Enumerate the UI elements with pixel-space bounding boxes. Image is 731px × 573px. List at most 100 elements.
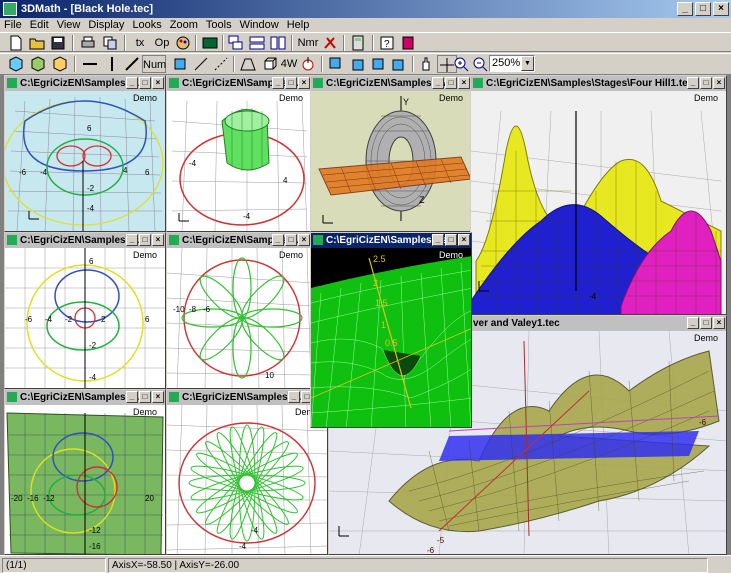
child-close-button[interactable]: × (152, 391, 164, 403)
minimize-button[interactable]: _ (677, 2, 693, 16)
plot-window-10[interactable]: C:\EgriCizEN\Samples\P... _□× (166, 389, 328, 555)
view-top-icon[interactable] (326, 55, 346, 73)
child-maximize-button[interactable]: □ (139, 234, 151, 246)
plot-window-9[interactable]: C:\EgriCizEN\Samples\P... _ □ × -20 -16 -1… (4, 389, 166, 555)
close-button[interactable]: × (713, 2, 729, 16)
dash-line-icon[interactable] (211, 55, 231, 73)
child-close-button[interactable]: × (458, 77, 470, 89)
child-minimize-button[interactable]: _ (687, 77, 699, 89)
menu-window[interactable]: Window (236, 18, 283, 32)
axis-z-icon[interactable] (122, 55, 142, 73)
child-minimize-button[interactable]: _ (272, 234, 284, 246)
tools-icon[interactable] (320, 34, 340, 52)
calculator-icon[interactable] (348, 34, 368, 52)
plot-window-6[interactable]: C:\EgriCizEN\Samples\P... _ □ × -10 -8 -… (166, 232, 312, 389)
target-icon[interactable] (298, 55, 318, 73)
zoom-out-icon[interactable] (470, 55, 490, 73)
window-title-bar[interactable]: C:\EgriCizEN\Samples\P... _□× (167, 76, 311, 91)
save-icon[interactable] (48, 34, 68, 52)
window-title-bar[interactable]: C:\EgriCizEN\Samples\Av... _ □ × (311, 76, 471, 91)
plot-canvas[interactable]: -4 4 -4 Demo (167, 91, 311, 231)
perspective-icon[interactable] (238, 55, 258, 73)
cube-icon[interactable] (260, 55, 280, 73)
zoom-select[interactable]: 250% ▼ (489, 55, 535, 72)
menu-edit[interactable]: Edit (26, 18, 53, 32)
child-close-button[interactable]: × (713, 77, 725, 89)
menu-help[interactable]: Help (283, 18, 314, 32)
tx-button[interactable]: tx (130, 34, 150, 52)
child-close-button[interactable]: × (298, 77, 310, 89)
child-minimize-button[interactable]: _ (126, 77, 138, 89)
menu-tools[interactable]: Tools (202, 18, 236, 32)
window-title-bar[interactable]: C:\EgriCizEN\Samples\P... _□× (167, 390, 327, 405)
window-title-bar[interactable]: C:\EgriCizEN\Samples\P... _□× (5, 390, 165, 405)
window-title-bar[interactable]: C:\EgriCizEN\Samples\P... _□× (167, 233, 311, 248)
menu-looks[interactable]: Looks (128, 18, 165, 32)
child-close-button[interactable]: × (298, 234, 310, 246)
child-maximize-button[interactable]: □ (285, 234, 297, 246)
plot-window-5[interactable]: C:\EgriCizEN\Samples\P... _ □ × -6 -4 -2 2… (4, 232, 166, 389)
child-close-button[interactable]: × (152, 77, 164, 89)
plot-window-1[interactable]: C:\EgriCizEN\Samples\P... _ □ × -6 -4 4 6 … (4, 75, 166, 232)
child-minimize-button[interactable]: _ (432, 234, 444, 246)
four-window-button[interactable]: 4W (280, 55, 298, 73)
child-minimize-button[interactable]: _ (126, 234, 138, 246)
plot-canvas[interactable]: -4 -4 Demo (167, 404, 327, 554)
plot-window-3[interactable]: C:\EgriCizEN\Samples\Av... _ □ × Z Y Dem… (310, 75, 472, 232)
chevron-down-icon[interactable]: ▼ (521, 56, 534, 71)
menu-file[interactable]: File (0, 18, 26, 32)
maximize-button[interactable]: □ (695, 2, 711, 16)
child-minimize-button[interactable]: _ (288, 391, 300, 403)
box-icon[interactable] (170, 55, 190, 73)
child-close-button[interactable]: × (458, 234, 470, 246)
child-maximize-button[interactable]: □ (700, 77, 712, 89)
plot-canvas[interactable]: 2.5 2 1.5 1 0.5 Demo (311, 248, 471, 427)
plot-window-2[interactable]: C:\EgriCizEN\Samples\P... _ □ × -4 4 -4 De… (166, 75, 312, 232)
plot-canvas[interactable]: -6 -4 -2 2 6 6 -2 -4 Demo (5, 248, 165, 388)
pan-hand-icon[interactable] (416, 55, 436, 73)
palette-icon[interactable] (173, 34, 193, 52)
surface-icon[interactable] (50, 55, 70, 73)
plot-canvas[interactable]: -10 -8 -6 10 Demo (167, 247, 311, 388)
help-icon[interactable]: ? (377, 34, 397, 52)
child-minimize-button[interactable]: _ (126, 391, 138, 403)
tile-vertical-icon[interactable] (268, 34, 288, 52)
book-icon[interactable] (398, 34, 418, 52)
child-close-button[interactable]: × (713, 317, 725, 329)
child-maximize-button[interactable]: □ (445, 77, 457, 89)
plot-canvas[interactable]: Z Y Demo (311, 91, 471, 231)
view-iso-icon[interactable] (389, 55, 409, 73)
plot-canvas[interactable]: -4 Demo (471, 91, 726, 314)
nmr-button[interactable]: Nmr (296, 34, 320, 52)
menu-view[interactable]: View (53, 18, 85, 32)
grid-3d-icon[interactable] (6, 55, 26, 73)
child-maximize-button[interactable]: □ (139, 77, 151, 89)
resize-grip-icon[interactable] (710, 558, 728, 573)
num-button[interactable]: Num (142, 55, 166, 73)
window-title-bar[interactable]: C:\EgriCizEN\Samples\Stages\Four Hill1.t… (471, 76, 726, 91)
view-front-icon[interactable] (347, 55, 367, 73)
child-minimize-button[interactable]: _ (272, 77, 284, 89)
window-title-bar[interactable]: C:\EgriCizEN\Samples\As... _ □ × (311, 233, 471, 248)
copy-icon[interactable] (100, 34, 120, 52)
plot-window-4[interactable]: C:\EgriCizEN\Samples\Stages\Four Hill1.t… (470, 75, 727, 315)
child-maximize-button[interactable]: □ (445, 234, 457, 246)
child-maximize-button[interactable]: □ (700, 317, 712, 329)
plot-canvas[interactable]: -20 -16 -12 20 -12 -16 Demo (5, 405, 165, 554)
child-close-button[interactable]: × (152, 234, 164, 246)
menu-display[interactable]: Display (84, 18, 128, 32)
open-folder-icon[interactable] (27, 34, 47, 52)
child-minimize-button[interactable]: _ (432, 77, 444, 89)
child-maximize-button[interactable]: □ (285, 77, 297, 89)
window-title-bar[interactable]: C:\EgriCizEN\Samples\P... _□× (5, 233, 165, 248)
op-button[interactable]: Op (151, 34, 173, 52)
child-maximize-button[interactable]: □ (139, 391, 151, 403)
rotate-icon[interactable] (28, 55, 48, 73)
print-icon[interactable] (78, 34, 98, 52)
menu-zoom[interactable]: Zoom (166, 18, 202, 32)
new-file-icon[interactable] (6, 34, 26, 52)
window-title-bar[interactable]: C:\EgriCizEN\Samples\P... _□× (5, 76, 165, 91)
line-icon[interactable] (191, 55, 211, 73)
axis-x-icon[interactable] (80, 55, 100, 73)
view-side-icon[interactable] (368, 55, 388, 73)
